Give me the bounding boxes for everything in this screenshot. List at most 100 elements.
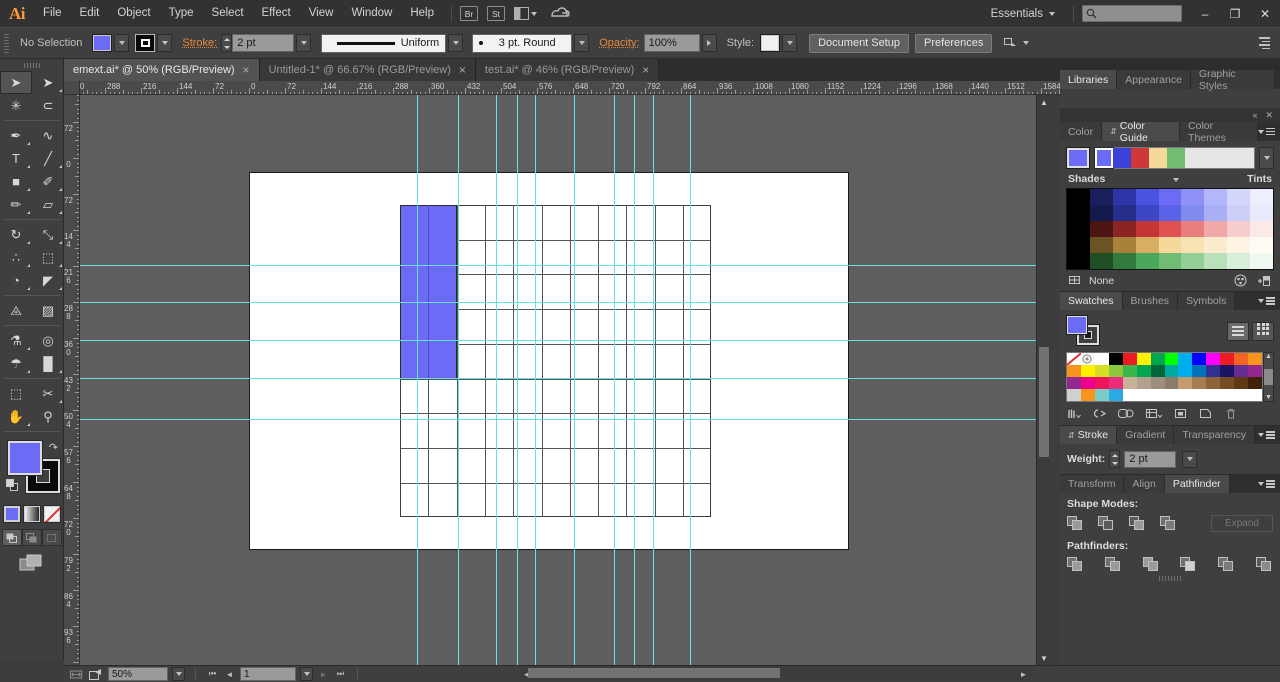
none-mode-button[interactable]: [42, 505, 61, 523]
preferences-button[interactable]: Preferences: [915, 33, 993, 53]
scroll-up-button[interactable]: ▲: [1037, 95, 1050, 109]
artboard[interactable]: [249, 172, 849, 550]
color-variation-swatch[interactable]: [1204, 237, 1228, 253]
swatch[interactable]: [1067, 377, 1081, 389]
vertical-guide[interactable]: [496, 95, 497, 665]
artboard-number-dropdown[interactable]: [300, 667, 313, 681]
color-variation-swatch[interactable]: [1181, 253, 1205, 269]
delete-swatch-icon[interactable]: [1223, 407, 1238, 420]
horizontal-guide[interactable]: [80, 302, 1050, 303]
color-mode-button[interactable]: [2, 505, 21, 523]
color-variation-swatch[interactable]: [1181, 189, 1205, 205]
direct-selection-tool[interactable]: ➤: [32, 71, 64, 94]
swatch[interactable]: [1220, 389, 1235, 401]
swatch[interactable]: [1080, 377, 1095, 389]
symbol-sprayer-tool[interactable]: ☂: [0, 352, 32, 375]
swatch[interactable]: [1178, 377, 1193, 389]
default-fill-stroke-icon[interactable]: [6, 479, 19, 492]
color-variation-swatch[interactable]: [1112, 253, 1136, 269]
stock-icon[interactable]: St: [487, 6, 505, 21]
first-artboard-button[interactable]: ⏮: [206, 667, 219, 681]
swatches-fill-stroke-indicator[interactable]: [1066, 315, 1104, 347]
swatch[interactable]: [1122, 389, 1137, 401]
list-view-icon[interactable]: [1227, 321, 1249, 341]
zoom-level-input[interactable]: 50%: [108, 667, 168, 681]
color-variation-swatch[interactable]: [1250, 221, 1273, 237]
swatch[interactable]: [1067, 365, 1081, 377]
document-tab-test[interactable]: test.ai* @ 46% (RGB/Preview) ×: [475, 59, 660, 81]
rectangle-tool[interactable]: ■: [0, 170, 32, 193]
vertical-guide[interactable]: [417, 95, 418, 665]
color-variation-swatch[interactable]: [1089, 221, 1113, 237]
free-transform-tool[interactable]: ⬚: [32, 246, 64, 269]
change-screen-mode-icon[interactable]: [0, 554, 63, 572]
vertical-guide[interactable]: [535, 95, 536, 665]
draw-inside-button[interactable]: [41, 529, 62, 546]
swatch[interactable]: [1080, 365, 1095, 377]
swatch[interactable]: [1108, 389, 1123, 401]
swatch[interactable]: [1206, 365, 1221, 377]
stroke-weight-dropdown[interactable]: [296, 34, 312, 52]
swatch[interactable]: [1234, 377, 1249, 389]
swatch[interactable]: [1150, 365, 1165, 377]
color-variation-swatch[interactable]: [1067, 221, 1090, 237]
opacity-input[interactable]: 100%: [643, 34, 700, 52]
harmony-rules-dropdown[interactable]: [1259, 147, 1274, 169]
paintbrush-tool[interactable]: ✐: [32, 170, 64, 193]
vertical-scroll-thumb[interactable]: [1039, 347, 1049, 457]
chevron-down-icon[interactable]: [1173, 178, 1180, 182]
horizontal-scrollbar[interactable]: ◄ ►: [520, 666, 1030, 681]
color-variation-swatch[interactable]: [1067, 189, 1090, 205]
swatch[interactable]: [1220, 377, 1235, 389]
profile-dropdown[interactable]: [448, 34, 464, 52]
artboard-navigation-icon[interactable]: [70, 667, 83, 681]
panel-menu-icon[interactable]: [1258, 480, 1275, 488]
minus-front-button[interactable]: [1098, 516, 1115, 531]
crop-button[interactable]: [1180, 557, 1197, 572]
close-icon[interactable]: ✕: [1265, 110, 1273, 121]
tab-color[interactable]: Color: [1060, 122, 1103, 141]
color-variation-swatch[interactable]: [1135, 253, 1159, 269]
swatch[interactable]: [1234, 389, 1249, 401]
column-graph-tool[interactable]: █: [32, 352, 64, 375]
bridge-icon[interactable]: Br: [460, 6, 478, 21]
document-canvas[interactable]: ▲ ▼: [80, 95, 1050, 665]
swatch[interactable]: [1220, 365, 1235, 377]
swatch[interactable]: [1136, 389, 1151, 401]
eraser-tool[interactable]: ▱: [32, 193, 64, 216]
swatch[interactable]: [1080, 389, 1095, 401]
swatch[interactable]: [1178, 365, 1193, 377]
menu-object[interactable]: Object: [108, 0, 159, 27]
edit-colors-icon[interactable]: [1233, 274, 1248, 287]
menu-type[interactable]: Type: [160, 0, 203, 27]
vertical-guide[interactable]: [517, 95, 518, 665]
swatch[interactable]: [1122, 377, 1137, 389]
tab-symbols[interactable]: Symbols: [1178, 292, 1236, 310]
color-variation-swatch[interactable]: [1250, 189, 1273, 205]
toolbar-fill-color[interactable]: [7, 440, 43, 476]
color-variation-swatch[interactable]: [1112, 205, 1136, 221]
swatch[interactable]: [1164, 365, 1179, 377]
show-swatch-kinds-menu-icon[interactable]: [1117, 407, 1135, 420]
swatch[interactable]: [1136, 353, 1151, 365]
draw-behind-button[interactable]: [21, 529, 42, 546]
panel-resize-grip[interactable]: [1067, 572, 1273, 581]
save-group-to-swatches-icon[interactable]: [1254, 274, 1272, 287]
share-on-behance-icon[interactable]: [87, 667, 104, 681]
trim-button[interactable]: [1104, 557, 1122, 572]
vertical-guide[interactable]: [653, 95, 654, 665]
document-tab-emext[interactable]: emext.ai* @ 50% (RGB/Preview) ×: [64, 59, 260, 81]
close-icon[interactable]: ×: [642, 64, 649, 76]
menu-help[interactable]: Help: [401, 0, 443, 27]
color-variation-swatch[interactable]: [1250, 205, 1273, 221]
tab-swatches[interactable]: Swatches: [1060, 292, 1123, 310]
scroll-right-button[interactable]: ►: [1017, 667, 1030, 681]
variable-width-profile-select[interactable]: Uniform: [321, 33, 447, 53]
swatch[interactable]: [1248, 389, 1262, 401]
tab-graphic-styles[interactable]: Graphic Styles: [1190, 68, 1275, 92]
exclude-button[interactable]: [1160, 516, 1177, 531]
stroke-weight-dropdown-panel[interactable]: [1182, 450, 1198, 468]
color-variation-swatch[interactable]: [1067, 237, 1090, 253]
stroke-weight-stepper[interactable]: [221, 34, 233, 52]
swatch[interactable]: [1192, 365, 1207, 377]
